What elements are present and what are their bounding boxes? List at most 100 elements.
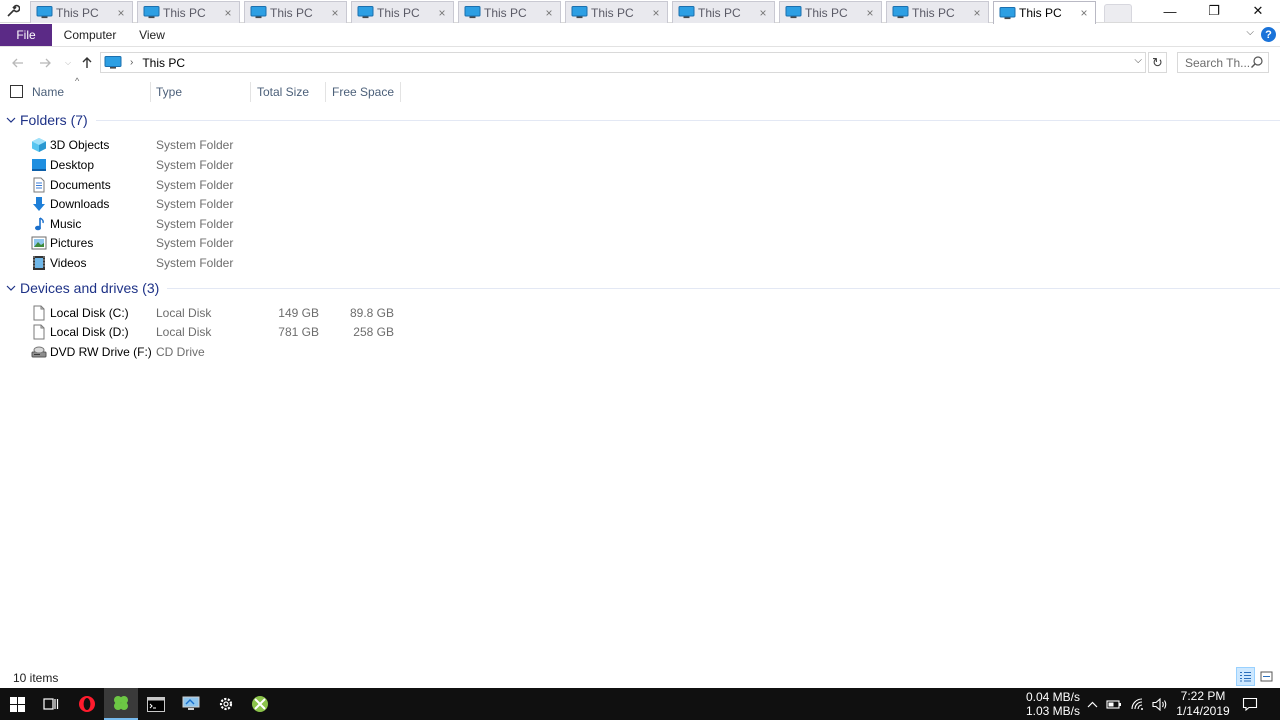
details-view-icon: [1240, 672, 1251, 682]
large-icons-view-icon: [1260, 671, 1273, 682]
task-view-icon: [43, 698, 59, 710]
opera-icon: [79, 696, 95, 712]
volume-button[interactable]: [1150, 688, 1170, 720]
close-tab-icon[interactable]: ×: [435, 6, 449, 20]
tab-this-pc[interactable]: This PC ×: [565, 1, 668, 23]
close-tab-icon[interactable]: ×: [328, 6, 342, 20]
taskbar-terminal-button[interactable]: [139, 688, 173, 720]
taskbar-xbox-button[interactable]: [243, 688, 277, 720]
item-name: Pictures: [50, 236, 94, 250]
ribbon: File Computer View ⌵ ?: [0, 24, 1280, 47]
chevron-down-icon[interactable]: [1, 285, 21, 291]
tab-this-pc[interactable]: This PC ×: [351, 1, 454, 23]
restore-button[interactable]: ❐: [1192, 0, 1236, 22]
tab-this-pc[interactable]: This PC ×: [30, 1, 133, 23]
ribbon-tab-computer[interactable]: Computer: [60, 24, 120, 46]
list-item[interactable]: Music System Folder: [0, 214, 420, 234]
battery-button[interactable]: [1104, 688, 1124, 720]
list-item[interactable]: 3D Objects System Folder: [0, 135, 420, 155]
task-view-button[interactable]: [34, 688, 68, 720]
tab-this-pc[interactable]: This PC ×: [993, 1, 1096, 24]
close-tab-icon[interactable]: ×: [649, 6, 663, 20]
wrench-icon[interactable]: [0, 0, 26, 22]
address-bar[interactable]: › This PC ⌵: [100, 52, 1146, 73]
column-name[interactable]: Name: [26, 80, 150, 104]
up-button[interactable]: [77, 53, 97, 73]
close-tab-icon[interactable]: ×: [542, 6, 556, 20]
tab-this-pc[interactable]: This PC ×: [137, 1, 240, 23]
column-total-size[interactable]: Total Size: [251, 80, 325, 104]
tab-this-pc[interactable]: This PC ×: [779, 1, 882, 23]
3d-objects-icon: [32, 138, 46, 152]
close-tab-icon[interactable]: ×: [863, 6, 877, 20]
clock-time: 7:22 PM: [1180, 689, 1226, 703]
ribbon-expand-icon[interactable]: ⌵: [1246, 27, 1254, 38]
tab-this-pc[interactable]: This PC ×: [886, 1, 989, 23]
network-speed: 0.04 MB/s 1.03 MB/s: [1014, 690, 1080, 718]
chevron-down-icon[interactable]: [1, 117, 21, 123]
minimize-button[interactable]: —: [1148, 0, 1192, 22]
taskbar-clock[interactable]: 7:22 PM 1/14/2019: [1172, 689, 1234, 719]
breadcrumb-this-pc[interactable]: This PC: [142, 56, 185, 70]
drive-icon: [33, 305, 45, 321]
column-type[interactable]: Type: [150, 80, 250, 104]
refresh-button[interactable]: ↻: [1148, 52, 1167, 73]
windows-logo-icon: [9, 696, 25, 712]
close-tab-icon[interactable]: ×: [970, 6, 984, 20]
close-window-button[interactable]: ✕: [1236, 0, 1280, 22]
item-free-space: 258 GB: [353, 325, 394, 339]
help-icon[interactable]: ?: [1261, 27, 1276, 42]
refresh-icon: ↻: [1152, 54, 1163, 70]
action-center-button[interactable]: [1238, 688, 1262, 720]
tab-this-pc[interactable]: This PC ×: [672, 1, 775, 23]
column-divider[interactable]: [400, 82, 401, 102]
tab-this-pc[interactable]: This PC ×: [244, 1, 347, 23]
item-name: Music: [50, 217, 82, 231]
item-name: Local Disk (D:): [50, 325, 129, 339]
start-button[interactable]: [0, 688, 34, 720]
ribbon-tab-file[interactable]: File: [0, 24, 52, 46]
forward-button[interactable]: [35, 53, 55, 73]
taskbar-settings-button[interactable]: [209, 688, 243, 720]
back-button[interactable]: [8, 53, 28, 73]
up-arrow-icon: [82, 57, 92, 68]
close-tab-icon[interactable]: ×: [221, 6, 235, 20]
list-item[interactable]: Desktop System Folder: [0, 155, 420, 175]
taskbar-file-manager-button[interactable]: [104, 688, 138, 720]
column-free-space[interactable]: Free Space: [326, 80, 400, 104]
group-header-drives[interactable]: Devices and drives (3): [0, 278, 1280, 298]
wifi-icon: [1131, 697, 1143, 710]
list-item[interactable]: Videos System Folder: [0, 253, 420, 273]
search-input[interactable]: Search Th...: [1177, 52, 1269, 73]
tab-label: This PC: [1019, 6, 1062, 20]
close-tab-icon[interactable]: ×: [1077, 6, 1091, 20]
close-tab-icon[interactable]: ×: [114, 6, 128, 20]
item-name: Documents: [50, 178, 111, 192]
ribbon-tab-view[interactable]: View: [134, 24, 170, 46]
taskbar-opera-button[interactable]: [70, 688, 104, 720]
address-dropdown-icon[interactable]: ⌵: [1134, 55, 1142, 66]
recent-locations-button[interactable]: ⌵: [58, 53, 78, 73]
list-item[interactable]: Local Disk (D:) Local Disk 781 GB 258 GB: [0, 322, 420, 342]
item-total-size: 781 GB: [278, 325, 319, 339]
group-header-folders[interactable]: Folders (7): [0, 110, 1280, 130]
battery-icon: [1106, 700, 1121, 709]
tab-this-pc[interactable]: This PC ×: [458, 1, 561, 23]
list-item[interactable]: Documents System Folder: [0, 175, 420, 195]
wifi-button[interactable]: [1128, 688, 1148, 720]
new-tab-button[interactable]: [1104, 4, 1132, 22]
list-item[interactable]: Downloads System Folder: [0, 194, 420, 214]
close-tab-icon[interactable]: ×: [756, 6, 770, 20]
select-all-checkbox[interactable]: [10, 85, 23, 98]
list-item[interactable]: DVD RW Drive (F:) CD Drive: [0, 342, 420, 362]
item-type: System Folder: [156, 217, 234, 231]
this-pc-icon: [785, 6, 802, 19]
details-view-button[interactable]: [1236, 667, 1255, 686]
list-item[interactable]: Pictures System Folder: [0, 233, 420, 253]
item-name: Downloads: [50, 197, 110, 211]
list-item[interactable]: Local Disk (C:) Local Disk 149 GB 89.8 G…: [0, 303, 420, 323]
large-icons-view-button[interactable]: [1257, 667, 1276, 686]
item-name: DVD RW Drive (F:): [50, 345, 152, 359]
taskbar-remote-desktop-button[interactable]: [174, 688, 208, 720]
show-hidden-icons-button[interactable]: [1084, 688, 1100, 720]
